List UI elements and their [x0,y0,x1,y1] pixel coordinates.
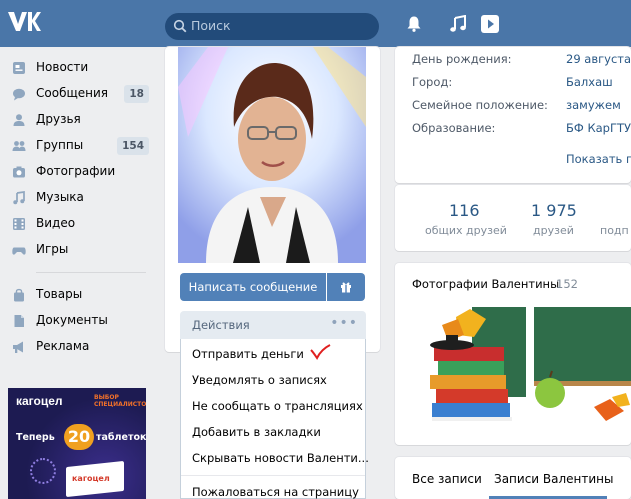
messages-icon [13,88,25,101]
sidebar-item-label: Документы [36,313,108,327]
sidebar-divider [36,272,146,273]
sidebar-item-label: Реклама [36,339,90,353]
sidebar-item-label: Группы [36,138,84,152]
menu-item-send-money[interactable]: Отправить деньги [192,347,304,361]
more-dots-icon: ••• [330,315,358,331]
info-value-birthday[interactable]: 29 августа [566,52,631,66]
stat-friends-label: друзей [533,224,574,237]
sidebar-item-music[interactable]: Музыка [0,185,155,211]
sidebar-item-photos[interactable]: Фотографии [0,159,155,185]
gift-icon [341,282,351,293]
photo-thumbnail-apple[interactable] [534,307,631,433]
photos-title[interactable]: Фотографии Валентины [412,277,559,291]
profile-photo[interactable] [178,47,366,263]
info-value-education[interactable]: БФ КарГТУ [566,121,631,135]
groups-count-badge: 154 [117,137,149,155]
stat-friends-count[interactable]: 1 975 [531,201,577,220]
sidebar-item-messages[interactable]: Сообщения 18 [0,81,155,107]
video-play-icon[interactable] [480,14,500,34]
sidebar-item-label: Сообщения [36,86,109,100]
sidebar-item-label: Товары [36,287,83,301]
actions-dropdown-toggle[interactable]: Действия ••• [180,311,366,339]
apple-thumbnail-image [534,307,631,433]
music-icon[interactable] [449,15,467,33]
show-more-link[interactable]: Показать п [566,152,631,166]
menu-item-mute-broadcasts[interactable]: Не сообщать о трансляциях [192,399,363,413]
ad-pack-label: кагоцел [72,474,110,483]
menu-divider [181,475,365,476]
sidebar-item-games[interactable]: Игры [0,237,155,263]
photo-thumbnail-books[interactable] [412,307,526,433]
search-input[interactable]: Поиск [165,13,379,40]
vk-logo[interactable] [6,10,42,34]
books-thumbnail-image [412,307,526,433]
unread-count-badge: 18 [124,85,149,103]
groups-icon [12,141,26,151]
sidebar-item-ads[interactable]: Реклама [0,334,155,360]
sidebar-item-label: Друзья [36,112,81,126]
search-placeholder: Поиск [191,18,231,33]
menu-item-hide-news[interactable]: Скрывать новости Валенти... [192,451,369,465]
friends-icon [13,114,25,126]
photos-count: 152 [556,277,578,291]
sidebar-item-label: Игры [36,242,69,256]
video-icon [13,218,25,230]
info-value-relationship[interactable]: замужем [566,98,621,112]
sidebar-item-goods[interactable]: Товары [0,282,155,308]
sidebar-item-label: Музыка [36,190,84,204]
red-checkmark-icon [310,344,331,360]
menu-item-add-bookmark[interactable]: Добавить в закладки [192,425,321,439]
info-key-city: Город: [412,75,453,89]
menu-item-report-page[interactable]: Пожаловаться на страницу [192,485,359,499]
sidebar-item-news[interactable]: Новости [0,55,155,81]
documents-icon [14,315,24,327]
sidebar-item-friends[interactable]: Друзья [0,107,155,133]
news-icon [13,62,25,74]
tab-all-posts[interactable]: Все записи [412,472,482,486]
send-message-button[interactable]: Написать сообщение [180,273,326,301]
search-icon [173,19,187,33]
info-key-relationship: Семейное положение: [412,98,548,112]
ad-number: 20 [64,424,94,450]
sidebar-item-label: Фотографии [36,164,116,178]
music-icon [13,191,25,205]
actions-label: Действия [192,318,250,332]
info-value-city[interactable]: Балхаш [566,75,613,89]
bell-icon[interactable] [405,15,423,33]
gift-button[interactable] [327,273,365,301]
games-icon [12,247,26,255]
info-key-education: Образование: [412,121,496,135]
ad-decor [30,458,56,484]
stat-common-friends-label: общих друзей [425,224,507,237]
photos-icon [13,166,25,178]
sidebar-item-groups[interactable]: Группы 154 [0,133,155,159]
profile-photo-image [178,47,366,263]
sidebar-item-label: Новости [36,60,89,74]
counters-panel [395,185,631,251]
sidebar-item-video[interactable]: Видео [0,211,155,237]
actions-menu: Отправить деньги Уведомлять о записях Не… [180,339,369,499]
ads-icon [13,341,23,353]
menu-item-notify-posts[interactable]: Уведомлять о записях [192,373,327,387]
info-key-birthday: День рождения: [412,52,512,66]
ad-line1: Теперь [16,432,55,443]
stat-common-friends-count[interactable]: 116 [449,201,480,220]
ad-badge: ВЫБОР СПЕЦИАЛИСТОВ [94,394,146,408]
kagocel-ad-banner[interactable]: кагоцел ВЫБОР СПЕЦИАЛИСТОВ Теперь 20 таб… [8,388,146,499]
sidebar-item-documents[interactable]: Документы [0,308,155,334]
tab-own-posts[interactable]: Записи Валентины [494,472,614,486]
ad-brand: кагоцел [16,394,63,408]
stat-followers-label: подп [600,224,629,237]
sidebar-item-label: Видео [36,216,76,230]
goods-icon [14,288,24,302]
ad-line2: таблеток! [96,432,146,443]
top-header: Поиск [0,0,631,47]
